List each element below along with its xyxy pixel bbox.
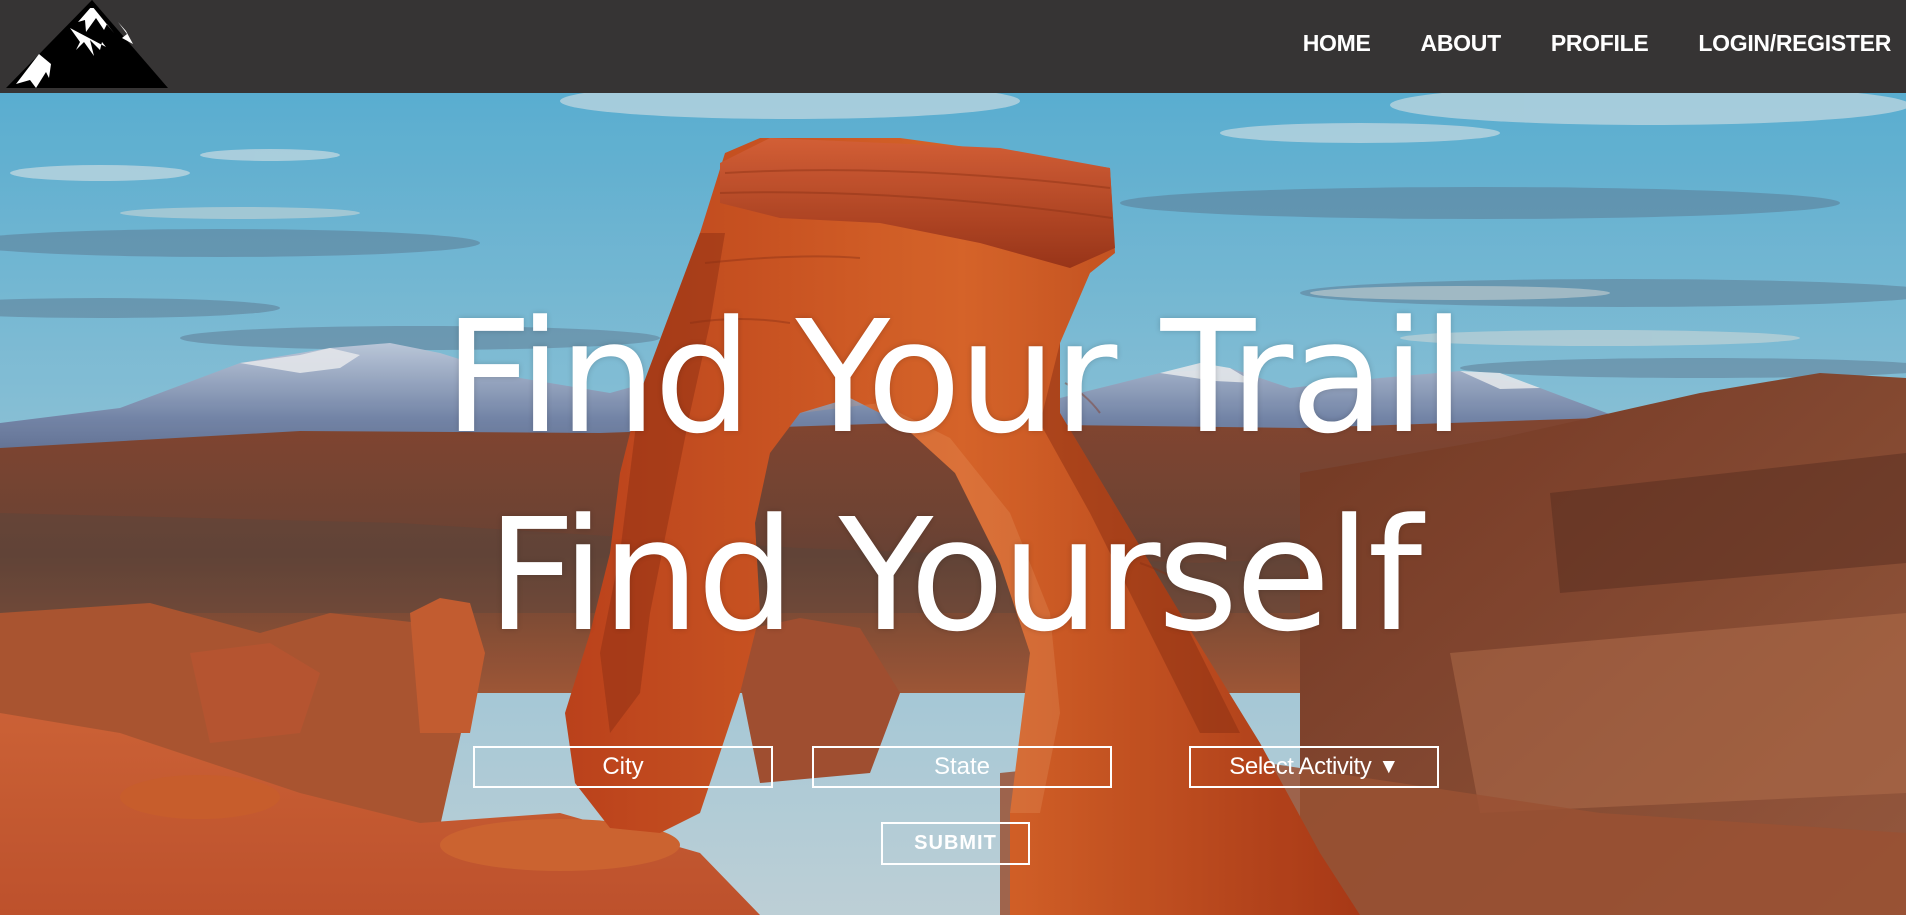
activity-select[interactable]: Select Activity ▼ [1189, 746, 1439, 788]
mountain-logo-icon[interactable] [6, 0, 168, 90]
dropdown-caret-icon: ▼ [1378, 755, 1399, 778]
navbar: HOME ABOUT PROFILE LOGIN/REGISTER [0, 0, 1906, 93]
nav-profile-link[interactable]: PROFILE [1551, 30, 1649, 57]
main-nav: HOME ABOUT PROFILE LOGIN/REGISTER [1253, 0, 1892, 86]
nav-about-link[interactable]: ABOUT [1421, 30, 1502, 57]
hero-section: Find Your Trail Find Yourself Select Act… [0, 93, 1906, 915]
nav-login-register-link[interactable]: LOGIN/REGISTER [1698, 30, 1891, 57]
submit-button[interactable]: SUBMIT [881, 822, 1030, 865]
state-input[interactable] [812, 746, 1112, 788]
trail-search-form: Select Activity ▼ SUBMIT [0, 93, 1906, 915]
activity-select-label: Select Activity [1229, 753, 1372, 780]
city-input[interactable] [473, 746, 773, 788]
nav-home-link[interactable]: HOME [1303, 30, 1371, 57]
